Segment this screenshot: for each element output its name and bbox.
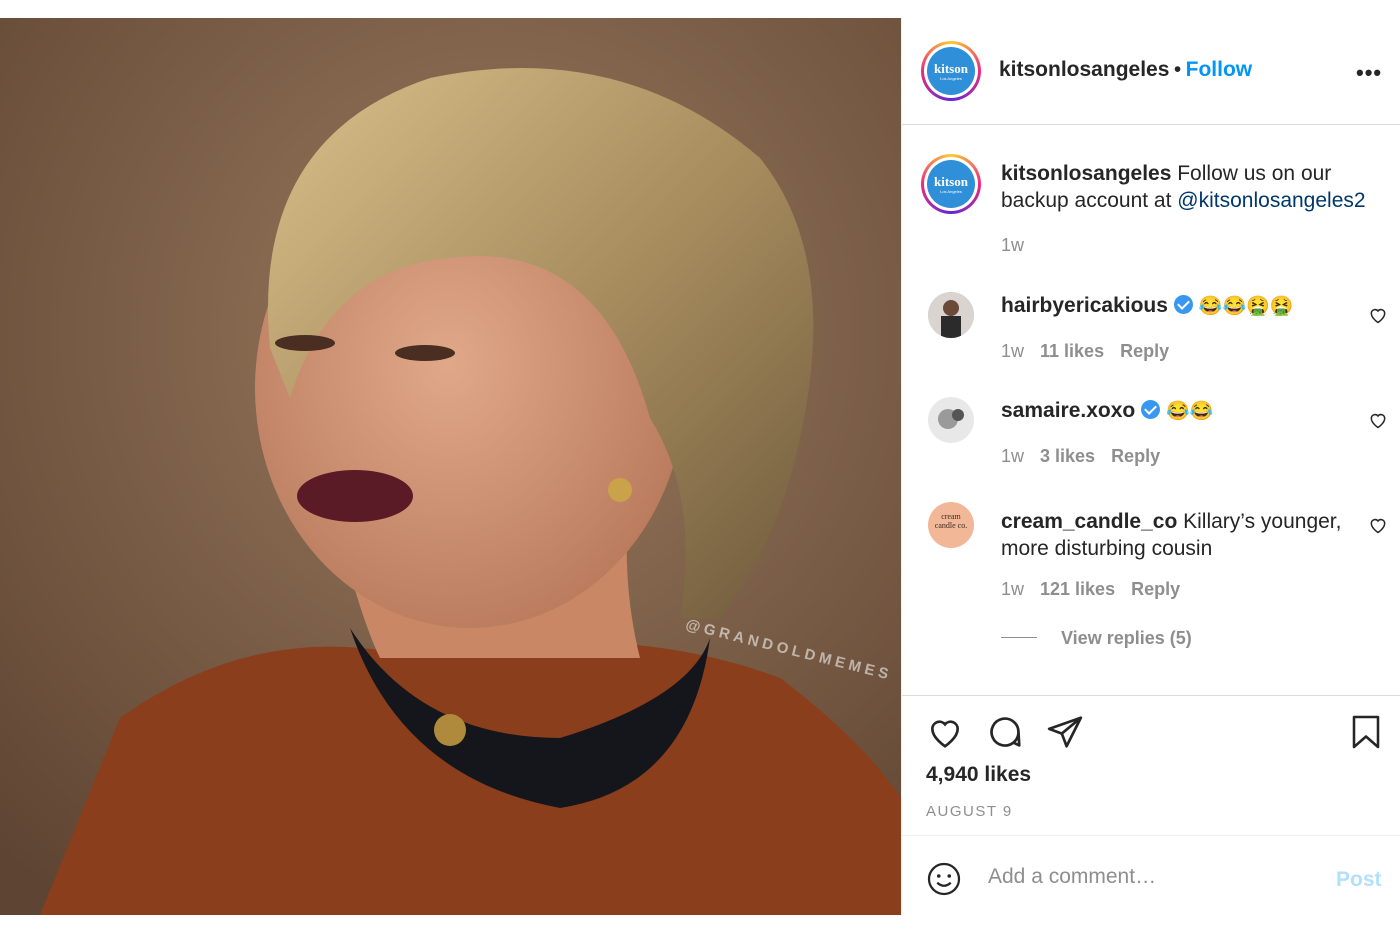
- verified-icon: [1173, 295, 1193, 314]
- follow-button[interactable]: Follow: [1186, 58, 1253, 81]
- add-comment-bar: Post: [902, 835, 1400, 916]
- emoji-icon[interactable]: [926, 861, 962, 897]
- caption-time: 1w: [1001, 235, 1025, 255]
- more-options-icon[interactable]: •••: [1356, 60, 1382, 86]
- comment-avatar[interactable]: [928, 397, 974, 443]
- post-actions: 4,940 likes AUGUST 9: [902, 695, 1400, 836]
- heart-icon[interactable]: [1368, 410, 1388, 430]
- author-username[interactable]: kitsonlosangeles: [999, 58, 1169, 81]
- comments-list[interactable]: kitson Los Angeles kitsonlosangeles Follo…: [902, 125, 1400, 695]
- reply-button[interactable]: Reply: [1131, 579, 1180, 599]
- caption-mention[interactable]: @kitsonlosangeles2: [1177, 189, 1365, 212]
- comment-time: 1w: [1001, 579, 1025, 599]
- caption-username[interactable]: kitsonlosangeles: [1001, 162, 1171, 185]
- post-photo: [0, 18, 901, 915]
- post-header: kitson Los Angeles kitsonlosangeles • Fol…: [902, 18, 1400, 125]
- author-avatar[interactable]: kitson Los Angeles: [921, 41, 981, 101]
- reply-button[interactable]: Reply: [1120, 341, 1169, 361]
- comment-time: 1w: [1001, 446, 1025, 466]
- caption: kitsonlosangeles Follow us on our backup…: [1001, 160, 1386, 214]
- separator-dot: •: [1173, 58, 1182, 81]
- comment-icon[interactable]: [986, 713, 1024, 751]
- post-image[interactable]: @GRANDOLDMEMES: [0, 18, 901, 915]
- avatar-photo: [928, 292, 974, 338]
- comment-username[interactable]: samaire.xoxo: [1001, 399, 1135, 422]
- comment-likes[interactable]: 11 likes: [1040, 341, 1104, 361]
- heart-icon[interactable]: [1368, 305, 1388, 325]
- comment-input[interactable]: [986, 864, 1310, 890]
- post-button[interactable]: Post: [1336, 868, 1382, 892]
- avatar-text: cream candle co.: [934, 512, 968, 530]
- view-replies-button[interactable]: View replies (5): [1061, 628, 1192, 649]
- verified-icon: [1141, 400, 1161, 419]
- comment-avatar[interactable]: cream candle co.: [928, 502, 974, 548]
- heart-icon[interactable]: [926, 713, 964, 751]
- post-date: AUGUST 9: [926, 803, 1013, 820]
- comment-likes[interactable]: 121 likes: [1040, 579, 1115, 599]
- post-sidebar: kitson Los Angeles kitsonlosangeles • Fol…: [901, 18, 1400, 915]
- comment-username[interactable]: hairbyericakious: [1001, 294, 1168, 317]
- reply-button[interactable]: Reply: [1111, 446, 1160, 466]
- likes-count[interactable]: 4,940 likes: [926, 763, 1031, 787]
- bookmark-icon[interactable]: [1348, 713, 1384, 751]
- heart-icon[interactable]: [1368, 515, 1388, 535]
- comment-body: 😂😂: [1166, 401, 1214, 422]
- comment-time: 1w: [1001, 341, 1025, 361]
- comment-body: 😂😂🤮🤮: [1198, 296, 1294, 317]
- comment-username[interactable]: cream_candle_co: [1001, 510, 1177, 533]
- share-icon[interactable]: [1046, 713, 1084, 751]
- comment-text: cream_candle_co Killary’s younger, more …: [1001, 508, 1386, 562]
- comment-meta: 1w 121 likes Reply: [1001, 579, 1180, 600]
- view-replies-line: [1001, 637, 1037, 638]
- avatar-photo: [928, 397, 974, 443]
- comment-avatar[interactable]: [928, 292, 974, 338]
- caption-avatar[interactable]: kitson Los Angeles: [921, 154, 981, 214]
- comment-likes[interactable]: 3 likes: [1040, 446, 1095, 466]
- comment-text: hairbyericakious 😂😂🤮🤮: [1001, 292, 1386, 320]
- comment-meta: 1w 3 likes Reply: [1001, 446, 1160, 467]
- comment-meta: 1w 11 likes Reply: [1001, 341, 1169, 362]
- comment-text: samaire.xoxo 😂😂: [1001, 397, 1386, 425]
